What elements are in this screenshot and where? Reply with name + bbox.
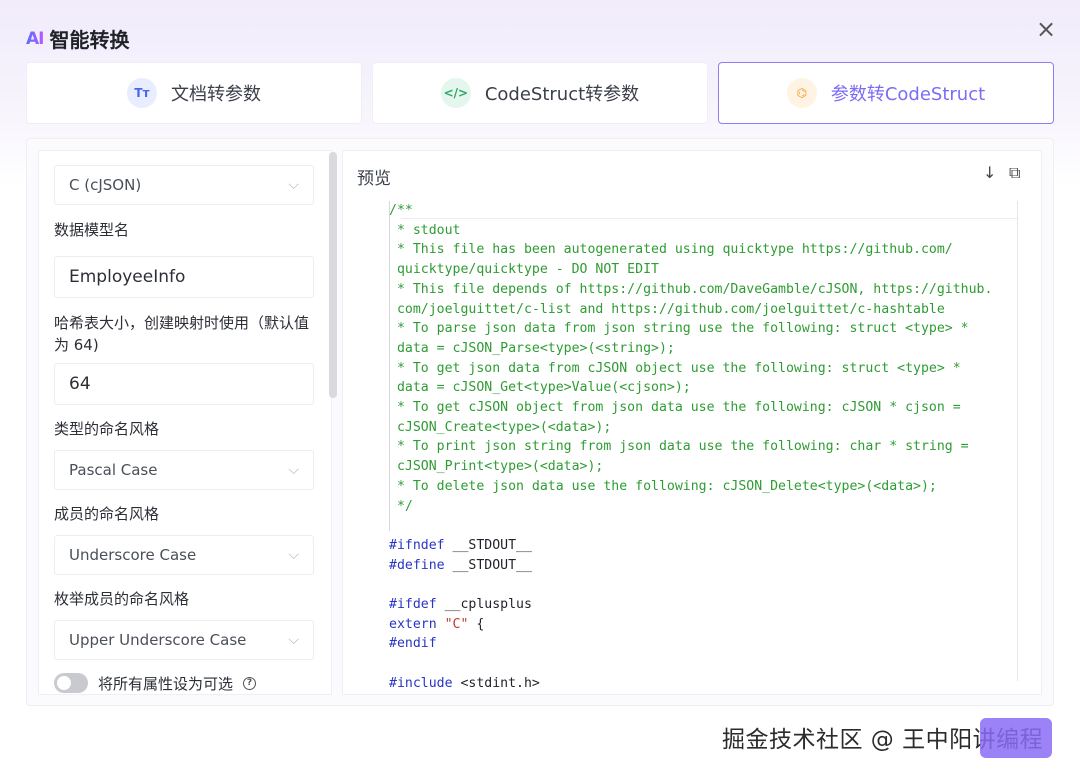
form-scrollbar[interactable] <box>329 152 337 398</box>
enum-naming-label: 枚举成员的命名风格 <box>54 590 190 608</box>
code-line: * To get json data from cJSON object use… <box>389 360 961 376</box>
code-line: * To get cJSON object from json data use… <box>389 400 961 416</box>
copy-icon[interactable]: ⧉ <box>1009 163 1020 183</box>
type-naming-select[interactable]: Pascal Case ⌵ <box>54 450 314 490</box>
code-line: * stdout <box>389 222 461 238</box>
code-line: /** <box>389 203 413 218</box>
code-line: com/joelguittet/c-list and https://githu… <box>389 301 945 317</box>
preview-panel: 预览 ↓ ⧉ /** * stdout * This file has been… <box>342 150 1042 695</box>
model-name-label: 数据模型名 <box>54 221 130 239</box>
code-line: #include <stdint.h> <box>389 675 540 691</box>
chevron-down-icon: ⌵ <box>288 632 299 648</box>
code-line: #ifdef __cplusplus <box>389 597 532 613</box>
code-line: data = cJSON_Get<type>Value(<cjson>); <box>389 380 691 396</box>
tab-doc-to-params[interactable]: Tт 文档转参数 <box>26 62 362 124</box>
code-line: * To print json string from json data us… <box>389 439 969 455</box>
code-line: * To delete json data use the following:… <box>389 478 937 494</box>
code-line: data = cJSON_Parse<type>(<string>); <box>389 340 675 356</box>
member-naming-value: Underscore Case <box>69 546 197 564</box>
member-naming-label: 成员的命名风格 <box>54 505 160 523</box>
hash-size-input[interactable]: 64 <box>54 363 314 405</box>
code-line: cJSON_Print<type>(<data>); <box>389 459 604 475</box>
language-value: C (cJSON) <box>69 176 142 194</box>
code-line: * This file has been autogenerated using… <box>389 242 953 258</box>
mode-tabs: Tт 文档转参数 </> CodeStruct转参数 ⌬ 参数转CodeStru… <box>26 62 1054 124</box>
type-naming-value: Pascal Case <box>69 461 158 479</box>
hash-size-label: 哈希表大小，创建映射时使用（默认值为 64) <box>54 314 310 354</box>
code-line: #ifndef __STDOUT__ <box>389 537 532 553</box>
optional-toggle[interactable] <box>54 673 88 693</box>
dialog-title-text: 智能转换 <box>49 28 130 52</box>
preview-title: 预览 <box>357 169 391 189</box>
tab-label: CodeStruct转参数 <box>484 84 640 105</box>
dialog-title: AI 智能转换 <box>26 24 129 53</box>
close-icon[interactable]: × <box>1034 17 1058 42</box>
tab-label: 文档转参数 <box>171 84 261 105</box>
code-icon: </> <box>440 78 471 108</box>
enum-naming-value: Upper Underscore Case <box>69 631 247 649</box>
code-line: #define __STDOUT__ <box>389 557 532 573</box>
optional-toggle-label: 将所有属性设为可选 <box>98 675 234 693</box>
code-line: cJSON_Create<type>(<data>); <box>389 419 612 435</box>
model-name-input[interactable]: EmployeeInfo <box>54 256 314 298</box>
confirm-button[interactable] <box>980 718 1052 758</box>
chevron-down-icon: ⌵ <box>288 547 299 563</box>
code-line: * This file depends of https://github.co… <box>389 281 993 297</box>
code-line: extern "C" { <box>389 616 485 632</box>
code-line: * To parse json data from json string us… <box>389 321 969 337</box>
text-format-icon: Tт <box>127 78 157 108</box>
help-icon[interactable]: ? <box>243 677 256 690</box>
tab-params-to-codestruct[interactable]: ⌬ 参数转CodeStruct <box>718 62 1054 124</box>
chevron-down-icon: ⌵ <box>288 462 299 478</box>
download-icon[interactable]: ↓ <box>983 163 996 182</box>
options-form: C (cJSON) ⌵ 数据模型名 EmployeeInfo 哈希表大小，创建映… <box>38 150 332 695</box>
code-line: quicktype/quicktype - DO NOT EDIT <box>389 262 659 278</box>
code-line: #endif <box>389 636 437 652</box>
enum-naming-select[interactable]: Upper Underscore Case ⌵ <box>54 620 314 660</box>
code-line: */ <box>389 498 413 514</box>
language-select[interactable]: C (cJSON) ⌵ <box>54 165 314 205</box>
member-naming-select[interactable]: Underscore Case ⌵ <box>54 535 314 575</box>
code-preview[interactable]: /** * stdout * This file has been autoge… <box>389 201 1027 693</box>
chevron-down-icon: ⌵ <box>288 177 299 193</box>
ai-logo-icon: AI <box>26 28 45 49</box>
type-naming-label: 类型的命名风格 <box>54 420 160 438</box>
tab-label: 参数转CodeStruct <box>830 84 986 105</box>
tab-codestruct-to-params[interactable]: </> CodeStruct转参数 <box>372 62 708 124</box>
convert-icon: ⌬ <box>786 78 817 108</box>
